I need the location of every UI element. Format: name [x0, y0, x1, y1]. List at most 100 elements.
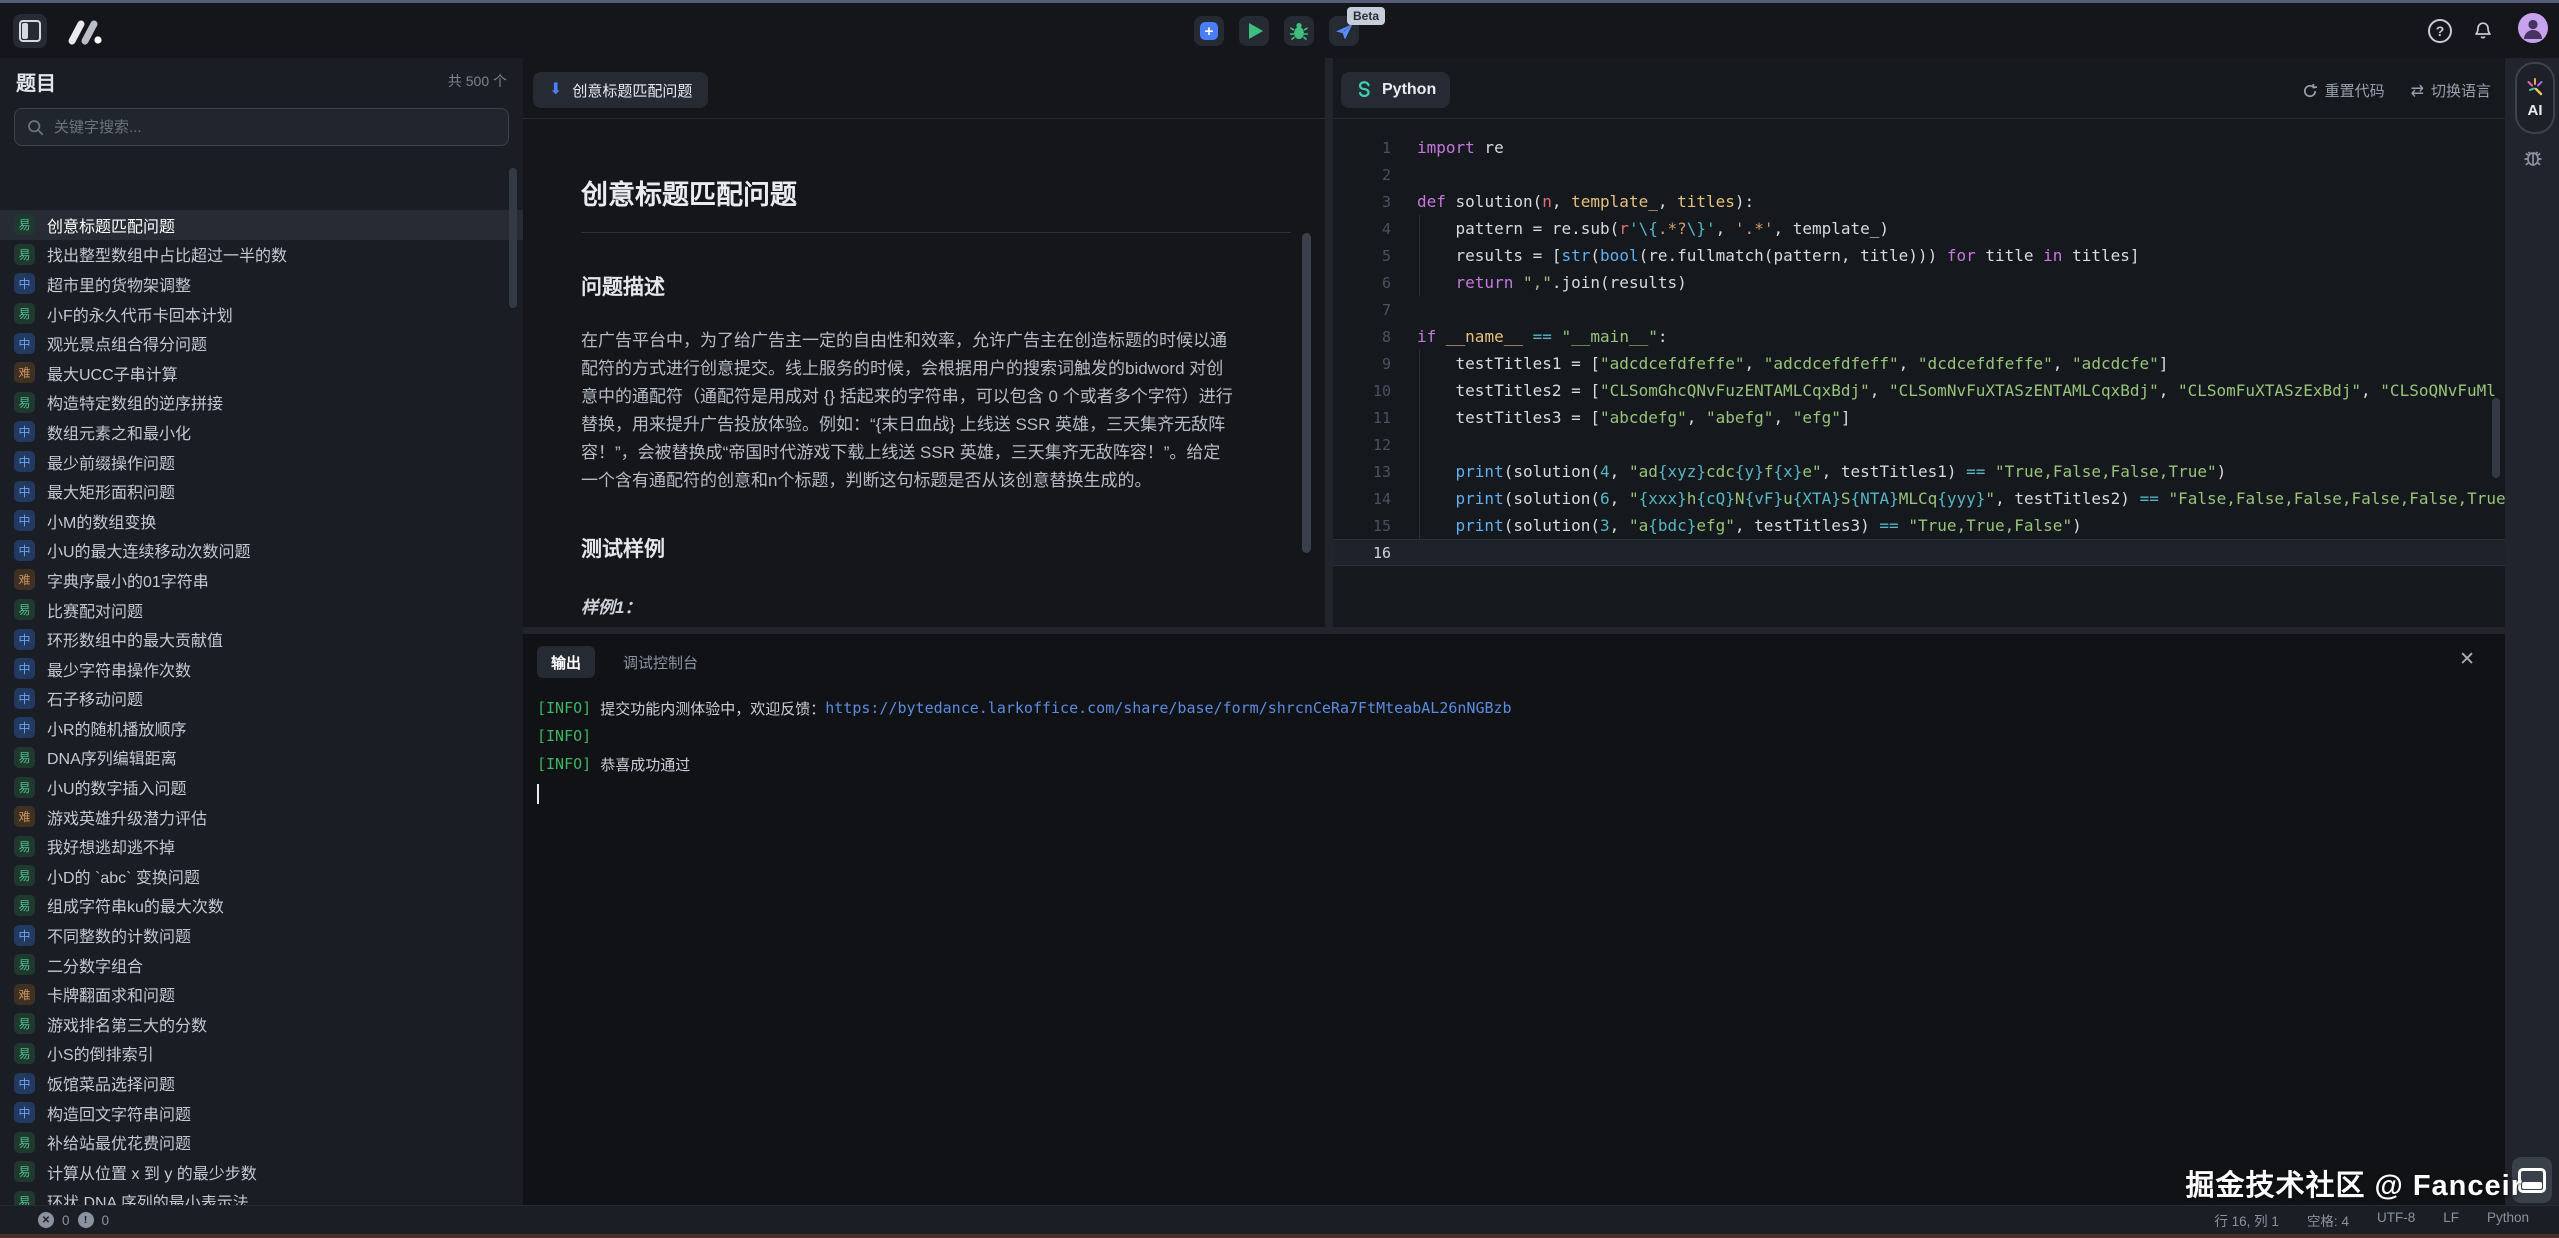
- problem-item[interactable]: 易创意标题匹配问题: [0, 210, 523, 240]
- user-avatar[interactable]: [2518, 13, 2548, 43]
- code-line[interactable]: 8if __name__ == "__main__":: [1333, 323, 2505, 350]
- code-text: results = [str(bool(re.fullmatch(pattern…: [1391, 246, 2140, 265]
- problem-item-label: 观光景点组合得分问题: [47, 331, 207, 355]
- problem-item-label: 小S的倒排索引: [47, 1041, 154, 1065]
- problem-item[interactable]: 易小F的永久代币卡回本计划: [0, 299, 523, 329]
- status-item[interactable]: UTF-8: [2377, 1210, 2415, 1230]
- notifications-button[interactable]: [2468, 16, 2498, 46]
- search-box[interactable]: [14, 108, 509, 146]
- difficulty-badge: 难: [14, 806, 35, 827]
- problem-item[interactable]: 中最少字符串操作次数: [0, 654, 523, 684]
- search-input[interactable]: [52, 118, 496, 137]
- debug-outline-icon[interactable]: [2522, 146, 2544, 168]
- problem-item[interactable]: 难游戏英雄升级潜力评估: [0, 802, 523, 832]
- console-lines: [INFO] 提交功能内测体验中，欢迎反馈：https://bytedance.…: [537, 694, 2505, 778]
- code-line[interactable]: 7: [1333, 296, 2505, 323]
- language-tab[interactable]: Python: [1341, 72, 1450, 108]
- tab-debug-console[interactable]: 调试控制台: [623, 652, 698, 673]
- problem-item[interactable]: 易游戏排名第三大的分数: [0, 1009, 523, 1039]
- problem-item[interactable]: 易小D的 `abc` 变换问题: [0, 861, 523, 891]
- code-line[interactable]: 6 return ",".join(results): [1333, 269, 2505, 296]
- code-line[interactable]: 14 print(solution(6, "{xxx}h{cQ}N{vF}u{X…: [1333, 485, 2505, 512]
- problem-item[interactable]: 中小U的最大连续移动次数问题: [0, 536, 523, 566]
- problem-item[interactable]: 中最少前缀操作问题: [0, 447, 523, 477]
- problem-item[interactable]: 中环形数组中的最大贡献值: [0, 624, 523, 654]
- code-line[interactable]: 12: [1333, 431, 2505, 458]
- new-file-button[interactable]: +: [1194, 16, 1224, 46]
- code-line[interactable]: 1import re: [1333, 134, 2505, 161]
- code-line[interactable]: 3def solution(n, template_, titles):: [1333, 188, 2505, 215]
- code-text: def solution(n, template_, titles):: [1391, 192, 1754, 211]
- problem-item[interactable]: 难最大UCC子串计算: [0, 358, 523, 388]
- code-line[interactable]: 13 print(solution(4, "ad{xyz}cdc{y}f{x}e…: [1333, 458, 2505, 485]
- problem-item[interactable]: 中小M的数组变换: [0, 506, 523, 536]
- code-line[interactable]: 10 testTitles2 = ["CLSomGhcQNvFuzENTAMLC…: [1333, 377, 2505, 404]
- status-item[interactable]: Python: [2487, 1210, 2529, 1230]
- status-item[interactable]: 空格: 4: [2307, 1210, 2349, 1230]
- sidebar-toggle-button[interactable]: [13, 14, 47, 48]
- problem-item[interactable]: 易构造特定数组的逆序拼接: [0, 388, 523, 418]
- problem-item[interactable]: 易补给站最优花费问题: [0, 1127, 523, 1157]
- problem-item[interactable]: 难卡牌翻面求和问题: [0, 979, 523, 1009]
- code-editor-panel: Python 重置代码 ⇄ 切换语言 1import re23def solut…: [1333, 58, 2505, 627]
- problem-item[interactable]: 易环状 DNA 序列的最小表示法: [0, 1187, 523, 1206]
- problem-item[interactable]: 易我好想逃却逃不掉: [0, 831, 523, 861]
- code-line[interactable]: 11 testTitles3 = ["abcdefg", "abefg", "e…: [1333, 404, 2505, 431]
- problem-item[interactable]: 中饭馆菜品选择问题: [0, 1068, 523, 1098]
- code-line[interactable]: 15 print(solution(3, "a{bdc}efg", testTi…: [1333, 512, 2505, 539]
- problem-item-label: 饭馆菜品选择问题: [47, 1071, 175, 1095]
- sidebar-scrollbar[interactable]: [509, 168, 517, 308]
- problem-item[interactable]: 易找出整型数组中占比超过一半的数: [0, 240, 523, 270]
- problem-item[interactable]: 中最大矩形面积问题: [0, 476, 523, 506]
- help-icon: ?: [2428, 19, 2452, 43]
- problem-item[interactable]: 易 DNA序列编辑距离: [0, 743, 523, 773]
- code-line[interactable]: 9 testTitles1 = ["adcdcefdfeffe", "adcdc…: [1333, 350, 2505, 377]
- problem-scrollbar[interactable]: [1302, 233, 1311, 553]
- panel-toggle-icon: [19, 20, 41, 42]
- ai-assistant-button[interactable]: AI: [2515, 62, 2555, 134]
- problem-item-label: DNA序列编辑距离: [47, 745, 177, 769]
- switch-language-button[interactable]: ⇄ 切换语言: [2411, 80, 2491, 101]
- problem-item[interactable]: 易比赛配对问题: [0, 595, 523, 625]
- run-button[interactable]: [1239, 16, 1269, 46]
- problem-tab[interactable]: ⬇ 创意标题匹配问题: [533, 72, 708, 108]
- problem-item[interactable]: 中小R的随机播放顺序: [0, 713, 523, 743]
- indent-guide: [1419, 215, 1420, 296]
- difficulty-badge: 易: [14, 747, 35, 768]
- problems-summary[interactable]: ✕ 0 ! 0: [0, 1212, 109, 1228]
- difficulty-badge: 易: [14, 1013, 35, 1034]
- debug-button[interactable]: [1284, 16, 1314, 46]
- problem-item[interactable]: 中构造回文字符串问题: [0, 1098, 523, 1128]
- problem-item-label: 补给站最优花费问题: [47, 1130, 191, 1154]
- console-close-icon[interactable]: ✕: [2459, 648, 2475, 671]
- problem-item-label: 游戏英雄升级潜力评估: [47, 805, 207, 829]
- status-item[interactable]: LF: [2443, 1210, 2459, 1230]
- problem-item-label: 二分数字组合: [47, 953, 143, 977]
- reset-code-button[interactable]: 重置代码: [2302, 80, 2385, 101]
- problem-item[interactable]: 易组成字符串ku的最大次数: [0, 891, 523, 921]
- console-link[interactable]: https://bytedance.larkoffice.com/share/b…: [825, 699, 1511, 717]
- problem-item[interactable]: 中石子移动问题: [0, 684, 523, 714]
- status-item[interactable]: 行 16, 列 1: [2214, 1210, 2279, 1230]
- bottom-accent: [0, 1234, 2559, 1238]
- problem-item-label: 小M的数组变换: [47, 509, 156, 533]
- help-button[interactable]: ?: [2425, 16, 2455, 46]
- problem-item[interactable]: 易小S的倒排索引: [0, 1039, 523, 1069]
- code-line[interactable]: 16: [1333, 539, 2505, 566]
- problem-item[interactable]: 易小U的数字插入问题: [0, 772, 523, 802]
- problem-item[interactable]: 中不同整数的计数问题: [0, 920, 523, 950]
- editor-scrollbar[interactable]: [2492, 398, 2500, 478]
- line-number: 11: [1333, 409, 1391, 427]
- code-area[interactable]: 1import re23def solution(n, template_, t…: [1333, 119, 2505, 627]
- problem-item[interactable]: 易计算从位置 x 到 y 的最少步数: [0, 1157, 523, 1187]
- code-line[interactable]: 4 pattern = re.sub(r'\{.*?\}', '.*', tem…: [1333, 215, 2505, 242]
- problem-item[interactable]: 难字典序最小的01字符串: [0, 565, 523, 595]
- problem-item[interactable]: 易二分数字组合: [0, 950, 523, 980]
- console-output: [INFO] 提交功能内测体验中，欢迎反馈：https://bytedance.…: [523, 678, 2505, 806]
- problem-item[interactable]: 中观光景点组合得分问题: [0, 328, 523, 358]
- problem-item[interactable]: 中数组元素之和最小化: [0, 417, 523, 447]
- code-line[interactable]: 5 results = [str(bool(re.fullmatch(patte…: [1333, 242, 2505, 269]
- tab-output[interactable]: 输出: [537, 646, 595, 678]
- problem-item[interactable]: 中超市里的货物架调整: [0, 269, 523, 299]
- code-line[interactable]: 2: [1333, 161, 2505, 188]
